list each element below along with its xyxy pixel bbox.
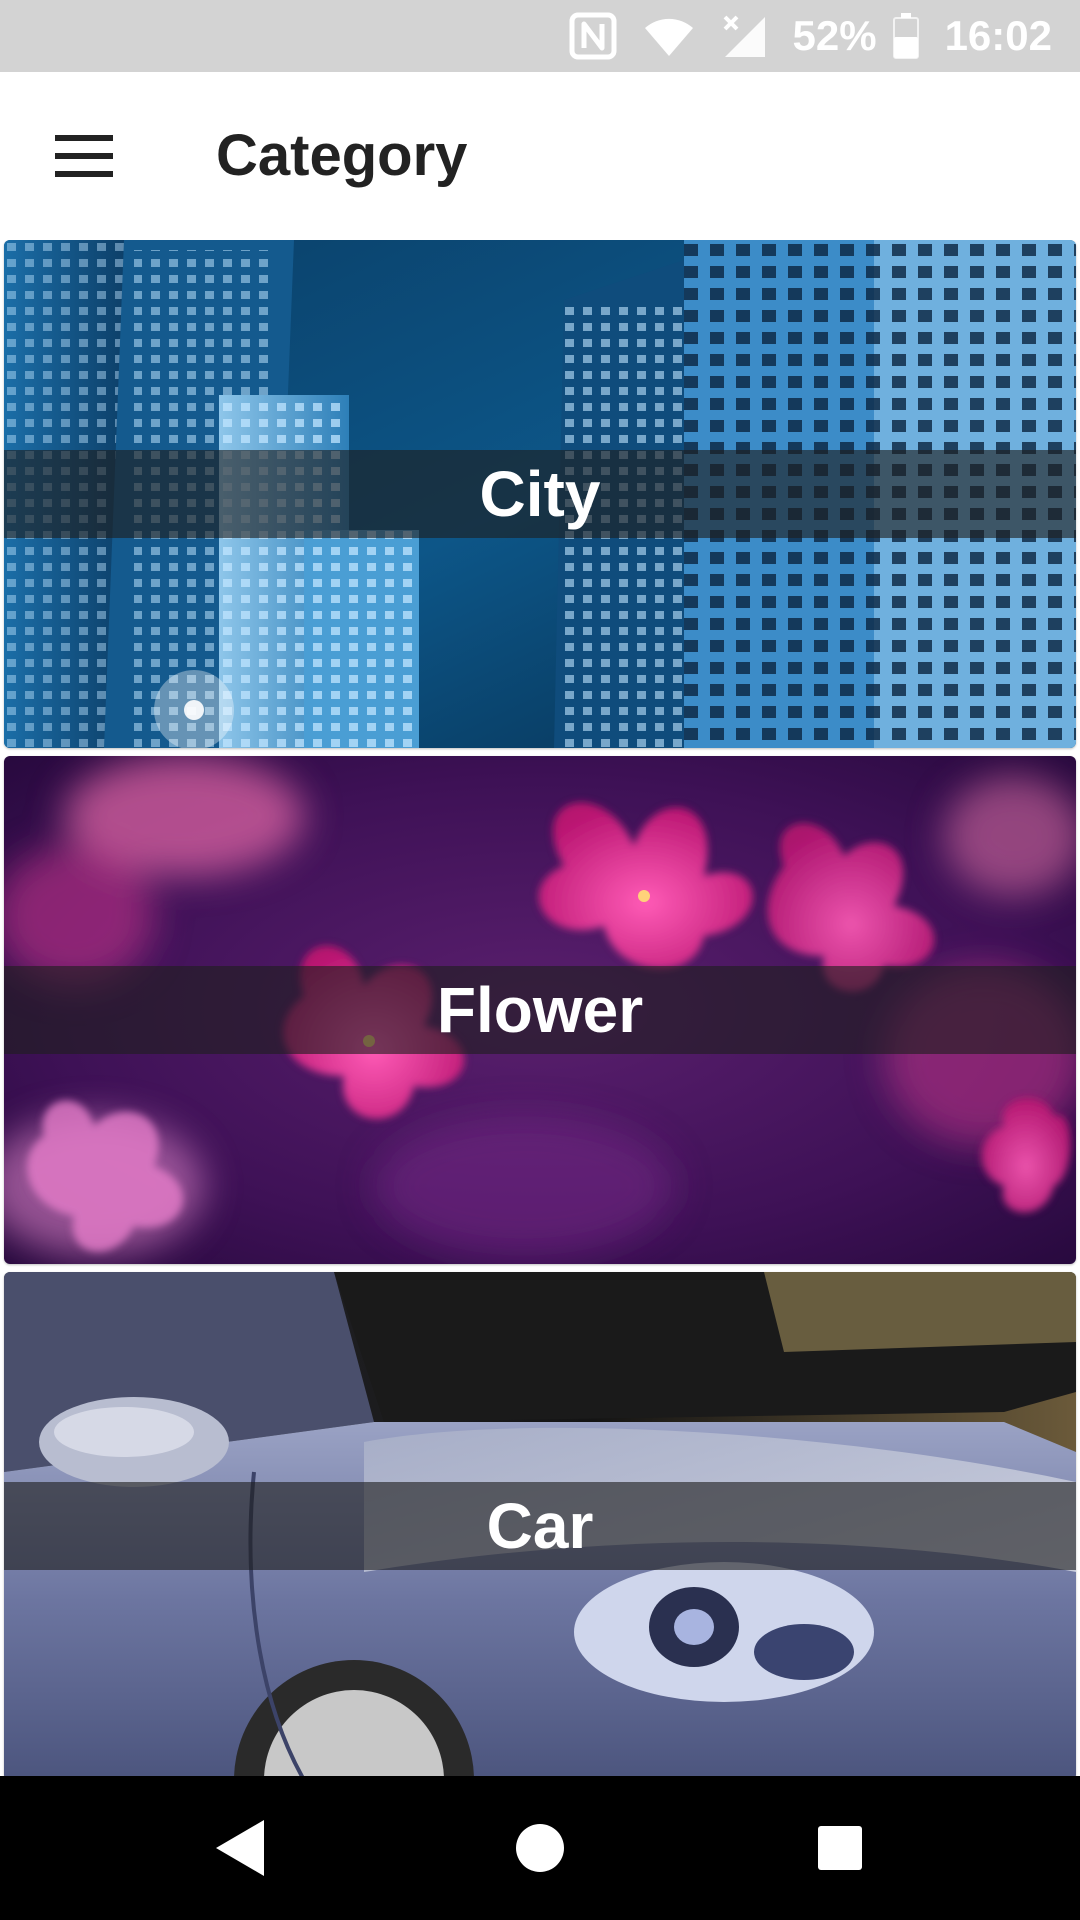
- category-card-car[interactable]: Car: [4, 1272, 1076, 1776]
- app-bar: Category: [0, 72, 1080, 240]
- recents-button[interactable]: [780, 1804, 900, 1892]
- status-bar: 52% 16:02: [0, 0, 1080, 72]
- page-title: Category: [216, 123, 468, 188]
- category-card-city[interactable]: City: [4, 240, 1076, 748]
- battery-percent: 52%: [792, 12, 877, 59]
- category-list[interactable]: City Flower Car: [0, 240, 1080, 1776]
- home-icon: [516, 1824, 564, 1872]
- back-button[interactable]: [180, 1804, 300, 1892]
- navigation-bar: [0, 1776, 1080, 1920]
- back-icon: [216, 1820, 264, 1876]
- menu-button[interactable]: [26, 112, 142, 200]
- no-signal-icon: [721, 13, 767, 59]
- category-label: Car: [486, 1490, 594, 1562]
- wifi-icon: [643, 14, 695, 58]
- screen: 52% 16:02 Category City Flower Car: [0, 0, 1080, 1920]
- battery-icon: [892, 13, 919, 59]
- category-label-band: Car: [4, 1482, 1076, 1570]
- home-button[interactable]: [480, 1804, 600, 1892]
- category-label-band: Flower: [4, 966, 1076, 1054]
- category-label: City: [479, 458, 601, 530]
- recents-icon: [818, 1826, 862, 1870]
- category-label-band: City: [4, 450, 1076, 538]
- category-label: Flower: [436, 974, 644, 1046]
- category-card-flower[interactable]: Flower: [4, 756, 1076, 1264]
- nfc-icon: [569, 12, 617, 60]
- hamburger-menu-icon: [55, 135, 113, 177]
- clock: 16:02: [944, 12, 1052, 59]
